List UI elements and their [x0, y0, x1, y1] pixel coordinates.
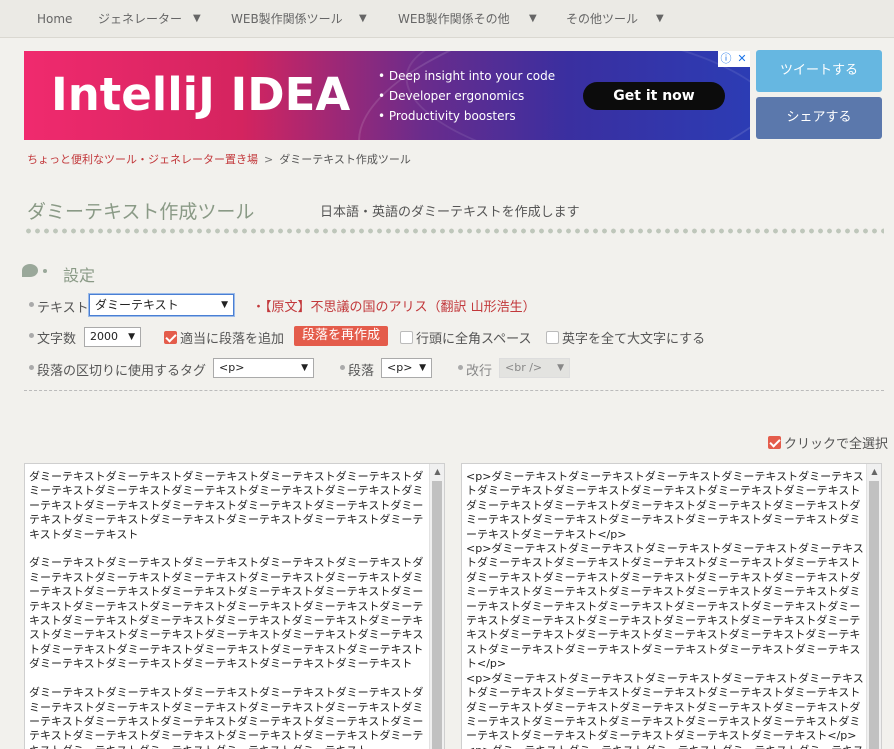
regenerate-paragraphs-button[interactable]: 段落を再作成: [294, 326, 388, 346]
uppercase-checkbox[interactable]: [546, 331, 559, 344]
char-count-select[interactable]: 2000 ▼: [84, 327, 141, 347]
share-button[interactable]: シェアする: [756, 97, 882, 139]
bullet-icon: [29, 333, 34, 338]
scrollbar[interactable]: ▲: [429, 464, 444, 749]
indent-label: 行頭に全角スペース: [416, 332, 532, 347]
scrollbar[interactable]: ▲: [866, 464, 881, 749]
ad-bullet: • Productivity boosters: [378, 109, 516, 123]
html-text-content: <p>ダミーテキストダミーテキストダミーテキストダミーテキストダミーテキストダミ…: [466, 470, 864, 749]
bullet-icon: [340, 365, 345, 370]
select-all-checkbox[interactable]: [768, 436, 781, 449]
breadcrumb-current: ダミーテキスト作成ツール: [279, 153, 411, 166]
tweet-button[interactable]: ツイートする: [756, 50, 882, 92]
bullet-icon: [29, 302, 34, 307]
ad-bullet: • Developer ergonomics: [378, 89, 525, 103]
char-count-label: 文字数: [37, 332, 77, 347]
chevron-down-icon: ▼: [359, 13, 367, 24]
chevron-down-icon: ▼: [301, 363, 308, 373]
dot-icon: [43, 269, 47, 273]
source-link[interactable]: ・【原文】不思議の国のアリス（翻訳 山形浩生）: [252, 296, 536, 315]
scroll-up-icon[interactable]: ▲: [867, 464, 881, 479]
settings-title: 設定: [63, 266, 96, 285]
uppercase-label: 英字を全て大文字にする: [562, 332, 706, 347]
ad-banner[interactable]: IntelliJ IDEA • Deep insight into your c…: [24, 51, 750, 140]
ad-logo: IntelliJ IDEA: [51, 68, 351, 121]
chevron-down-icon: ▼: [193, 13, 201, 24]
nav-generator[interactable]: ジェネレーター ▼: [98, 0, 201, 38]
chevron-down-icon: ▼: [557, 363, 564, 373]
text-label: テキスト: [37, 301, 89, 316]
ad-bullets: • Deep insight into your code • Develope…: [378, 66, 555, 126]
dotted-divider: [24, 228, 884, 234]
breadcrumb: ちょっと便利なツール・ジェネレーター置き場 > ダミーテキスト作成ツール: [27, 151, 411, 167]
ad-bullet: • Deep insight into your code: [378, 69, 556, 83]
select-all-label: クリックで全選択: [784, 437, 889, 452]
scroll-thumb[interactable]: [869, 481, 879, 749]
plain-text-output[interactable]: ダミーテキストダミーテキストダミーテキストダミーテキストダミーテキストダミーテキ…: [24, 463, 445, 749]
close-icon[interactable]: ✕: [734, 51, 750, 67]
chevron-down-icon: ▼: [419, 363, 426, 373]
scroll-thumb[interactable]: [432, 481, 442, 749]
top-nav: Home ジェネレーター ▼ WEB製作関係ツール ▼ WEB製作関係その他 ▼ その…: [0, 0, 894, 38]
dashed-divider: [24, 390, 884, 391]
page-subtitle: 日本語・英語のダミーテキストを作成します: [320, 205, 580, 220]
chevron-down-icon: ▼: [529, 13, 537, 24]
paragraph-tag-select[interactable]: <p> ▼: [381, 358, 432, 378]
plain-text-content: ダミーテキストダミーテキストダミーテキストダミーテキストダミーテキストダミーテキ…: [29, 470, 424, 749]
chevron-down-icon: ▼: [221, 300, 228, 310]
nav-other-tools[interactable]: その他ツール ▼: [566, 0, 664, 38]
chevron-down-icon: ▼: [128, 332, 135, 342]
indent-checkbox[interactable]: [400, 331, 413, 344]
speech-bubble-icon: [22, 264, 38, 277]
breadcrumb-separator: >: [264, 153, 274, 166]
scroll-up-icon[interactable]: ▲: [430, 464, 444, 479]
ad-cta-button[interactable]: Get it now: [583, 82, 725, 110]
nav-home[interactable]: Home: [37, 0, 72, 38]
info-icon[interactable]: ⓘ: [718, 51, 734, 67]
html-text-output[interactable]: <p>ダミーテキストダミーテキストダミーテキストダミーテキストダミーテキストダミ…: [461, 463, 882, 749]
add-paragraph-checkbox[interactable]: [164, 331, 177, 344]
page-title: ダミーテキスト作成ツール: [27, 201, 255, 223]
nav-web-other[interactable]: WEB製作関係その他 ▼: [398, 0, 537, 38]
nav-web-tools[interactable]: WEB製作関係ツール ▼: [231, 0, 367, 38]
separator-tag-label: 段落の区切りに使用するタグ: [37, 364, 207, 379]
text-type-select[interactable]: ダミーテキスト ▼: [89, 294, 234, 316]
linebreak-tag-select[interactable]: <br /> ▼: [499, 358, 570, 378]
linebreak-label: 改行: [466, 364, 493, 379]
add-paragraph-label: 適当に段落を追加: [180, 332, 285, 347]
ad-controls: ⓘ ✕: [718, 51, 750, 67]
bullet-icon: [29, 365, 34, 370]
paragraph-label: 段落: [348, 364, 375, 379]
separator-tag-select[interactable]: <p> ▼: [213, 358, 314, 378]
bullet-icon: [458, 365, 463, 370]
breadcrumb-home-link[interactable]: ちょっと便利なツール・ジェネレーター置き場: [27, 153, 258, 166]
chevron-down-icon: ▼: [656, 13, 664, 24]
